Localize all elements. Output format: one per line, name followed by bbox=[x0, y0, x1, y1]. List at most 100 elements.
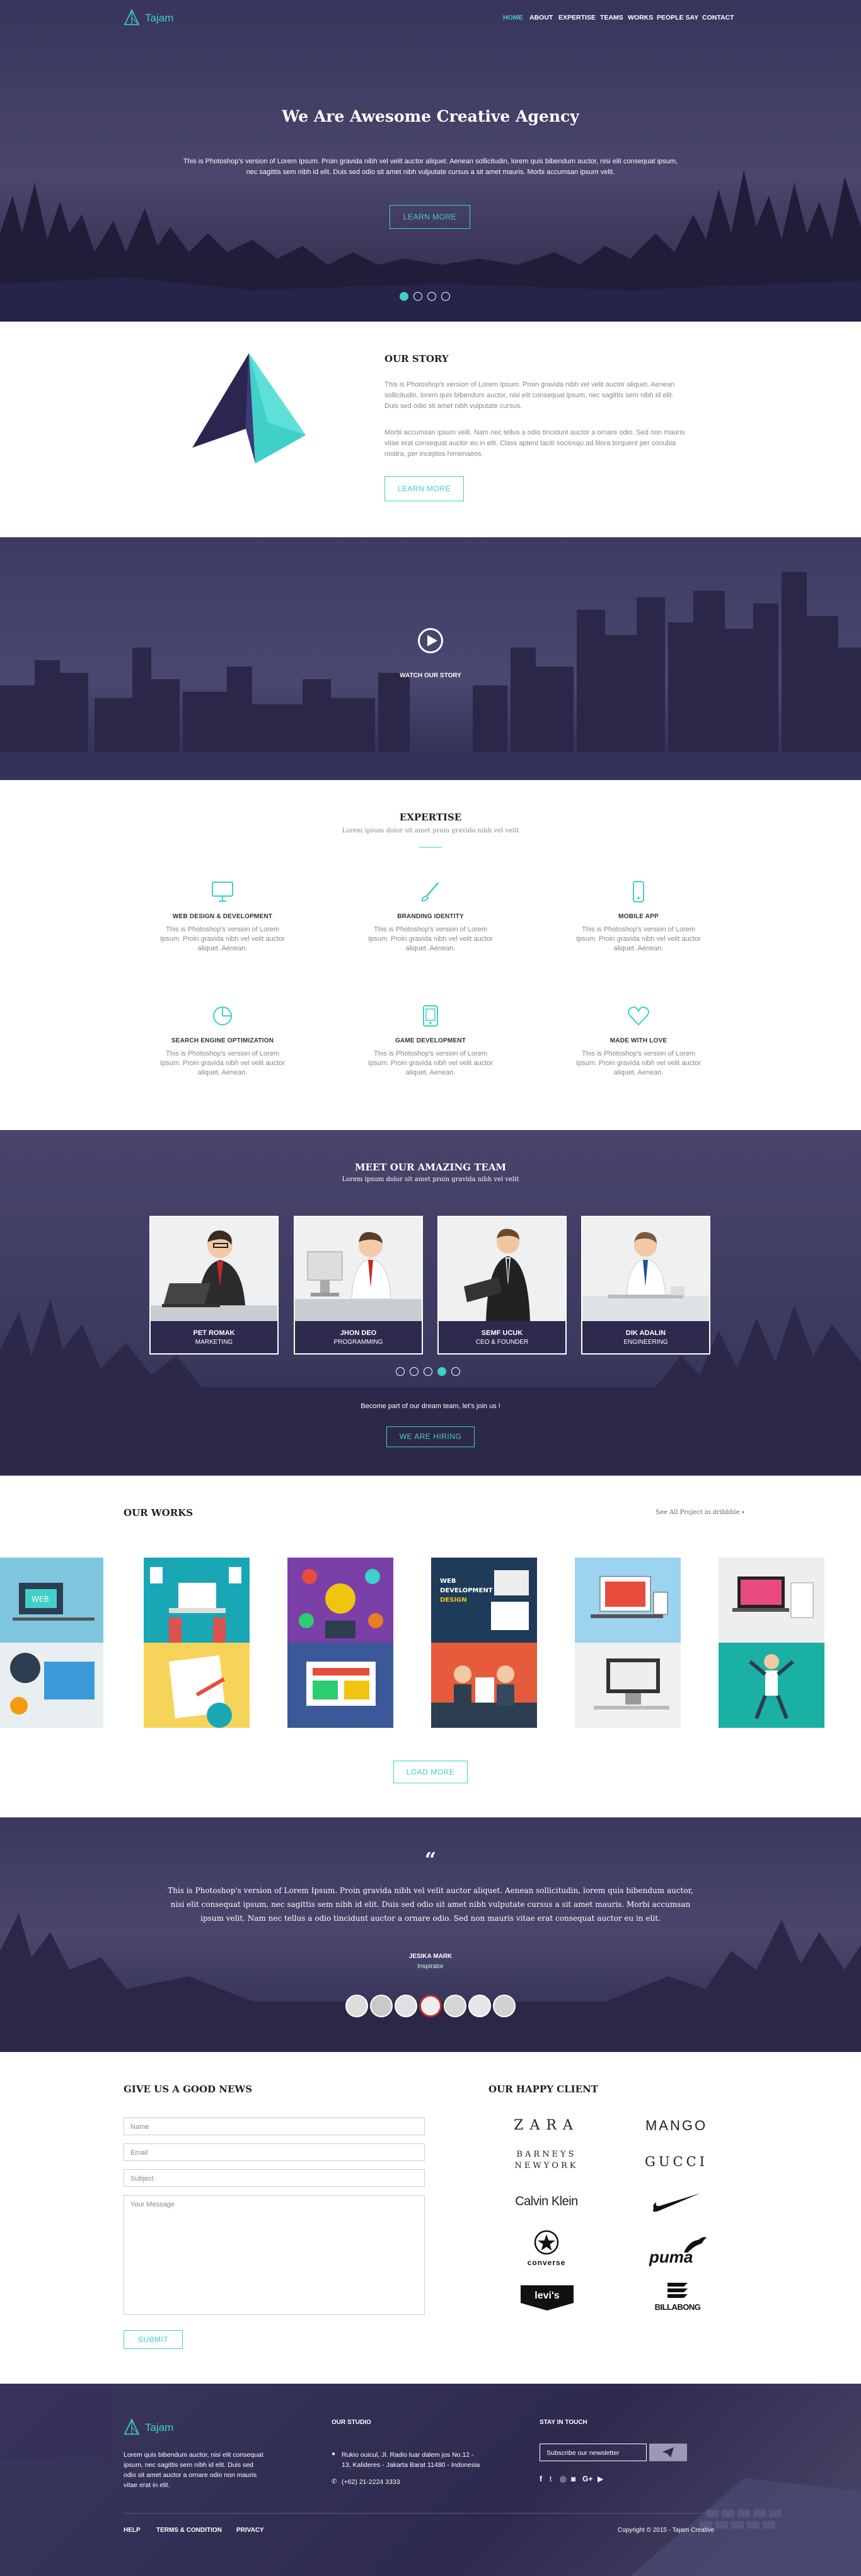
monitor-icon bbox=[212, 882, 233, 902]
team-cta-text: Become part of our dream team, let's joi… bbox=[361, 1402, 500, 1410]
avatar-5[interactable] bbox=[444, 1995, 466, 2017]
team-card-1[interactable]: PET ROMAK MARKETING bbox=[149, 1216, 279, 1355]
footer-copyright: Copyright © 2015 - Tajam Creative bbox=[618, 2527, 715, 2534]
phone-icon: ✆ bbox=[332, 2478, 337, 2485]
load-more-button[interactable]: LOAD MORE bbox=[393, 1761, 468, 1783]
pinterest-icon[interactable]: ◎ bbox=[560, 2474, 566, 2483]
footer-link-privacy[interactable]: PRIVACY bbox=[236, 2527, 264, 2534]
avatar-2[interactable] bbox=[370, 1995, 393, 2017]
slider-dot-4[interactable] bbox=[441, 292, 450, 301]
footer-link-terms[interactable]: TERMS & CONDITION bbox=[156, 2527, 222, 2534]
story-learn-more-button[interactable]: LEARN MORE bbox=[384, 476, 464, 501]
converse-label: converse bbox=[527, 2258, 566, 2267]
see-all-link[interactable]: See All Project in dribbble › bbox=[656, 1509, 744, 1516]
work-tile-4[interactable]: WEB DEVELOPMENT DESIGN bbox=[431, 1558, 537, 1728]
work-tile-3[interactable] bbox=[287, 1558, 393, 1728]
billabong-label: BILLABONG bbox=[654, 2302, 701, 2312]
story-paragraph-2: Morbi accumsan ipsum velit. Nam nec tell… bbox=[384, 429, 685, 458]
work-image-bottom bbox=[719, 1643, 824, 1728]
team-card-2[interactable]: JHON DEO PROGRAMMING bbox=[294, 1216, 423, 1355]
nike-logo-icon bbox=[653, 2193, 700, 2212]
member-role: CEO & FOUNDER bbox=[475, 1339, 529, 1346]
devices-illustration bbox=[591, 1576, 668, 1618]
nav-works[interactable]: WORKS bbox=[628, 14, 653, 21]
slider-dot-2[interactable] bbox=[413, 292, 422, 301]
hero-learn-more-button[interactable]: LEARN MORE bbox=[390, 205, 470, 229]
slider-dot-1[interactable] bbox=[400, 292, 408, 301]
footer-link-help[interactable]: HELP bbox=[124, 2527, 141, 2534]
newsletter-input[interactable]: Subscribe our newsletter bbox=[540, 2444, 647, 2461]
expertise-item-love: MADE WITH LOVE This is Photoshop's versi… bbox=[563, 1005, 714, 1078]
nav-people-say[interactable]: PEOPLE SAY bbox=[657, 14, 698, 21]
facebook-icon[interactable]: f bbox=[540, 2474, 542, 2483]
instagram-icon[interactable]: ◙ bbox=[571, 2474, 575, 2483]
subject-input[interactable]: Subject bbox=[124, 2169, 425, 2187]
hero-slider-dots bbox=[400, 292, 463, 301]
team-dot-4[interactable] bbox=[437, 1367, 446, 1376]
team-dot-5[interactable] bbox=[451, 1367, 460, 1376]
work-image-top bbox=[719, 1558, 824, 1643]
hiring-button[interactable]: WE ARE HIRING bbox=[386, 1426, 475, 1447]
hero-section: Tajam HOME ABOUT EXPERTISE TEAMS WORKS P… bbox=[0, 0, 861, 322]
work-tile-2[interactable] bbox=[144, 1558, 250, 1728]
avatar-3[interactable] bbox=[395, 1995, 417, 2017]
nav-about[interactable]: ABOUT bbox=[529, 14, 553, 21]
nav-teams[interactable]: TEAMS bbox=[600, 14, 623, 21]
dev-design-illustration: WEB DEVELOPMENT DESIGN bbox=[440, 1570, 529, 1630]
testimonial-name: JESIKA MARK bbox=[408, 1953, 453, 1960]
newsletter-send-button[interactable] bbox=[649, 2444, 687, 2461]
message-textarea[interactable]: Your Message bbox=[124, 2195, 425, 2315]
play-button[interactable] bbox=[418, 628, 443, 653]
footer-brand-name: Tajam bbox=[145, 2422, 174, 2433]
person-illustration bbox=[151, 1230, 277, 1321]
avatar-1[interactable] bbox=[345, 1995, 368, 2017]
heart-icon bbox=[628, 1006, 649, 1026]
team-dot-2[interactable] bbox=[410, 1367, 419, 1376]
expertise-title: EXPERTISE bbox=[399, 812, 462, 823]
member-name: JHON DEO bbox=[340, 1329, 377, 1337]
paper-illustration bbox=[169, 1655, 232, 1728]
team-card-label: PET ROMAK MARKETING bbox=[151, 1321, 277, 1353]
top-navigation: Tajam HOME ABOUT EXPERTISE TEAMS WORKS P… bbox=[0, 0, 861, 38]
footer-address: Rukio ouicul, Jl. Radio luar dalem jos N… bbox=[342, 2451, 480, 2469]
expertise-item-text: This is Photoshop's version of Lorem Ips… bbox=[159, 926, 286, 952]
story-paragraph-1: This is Photoshop's version of Lorem Ips… bbox=[384, 381, 675, 410]
footer-brand-logo[interactable]: Tajam bbox=[124, 2418, 193, 2436]
testimonial-quote: This is Photoshop's version of Lorem Ips… bbox=[168, 1886, 693, 1923]
nav-home[interactable]: HOME bbox=[503, 14, 523, 21]
work-tile-5[interactable] bbox=[575, 1558, 681, 1728]
levis-logo: levi's bbox=[521, 2285, 574, 2311]
avatar-4-active[interactable] bbox=[419, 1995, 442, 2017]
email-input[interactable]: Email bbox=[124, 2143, 425, 2161]
slider-dot-3[interactable] bbox=[427, 292, 436, 301]
expertise-item-web: WEB DESIGN & DEVELOPMENT This is Photosh… bbox=[147, 881, 298, 953]
forest-silhouette bbox=[0, 1299, 861, 1476]
expertise-section: EXPERTISE Lorem ipsum dolor sit amet pro… bbox=[0, 780, 861, 1130]
team-dot-1[interactable] bbox=[396, 1367, 405, 1376]
expertise-item-title: MOBILE APP bbox=[618, 913, 659, 920]
work-tile-1[interactable]: WEB bbox=[0, 1558, 103, 1728]
team-photo bbox=[582, 1217, 709, 1321]
team-dot-3[interactable] bbox=[424, 1367, 432, 1376]
brand-logo[interactable]: Tajam bbox=[124, 9, 193, 26]
google-plus-icon[interactable]: G+ bbox=[582, 2474, 592, 2483]
team-card-3[interactable]: SEMF UCUK CEO & FOUNDER bbox=[437, 1216, 567, 1355]
works-title: OUR WORKS bbox=[124, 1507, 194, 1518]
submit-button[interactable]: SUBMIT bbox=[124, 2330, 183, 2349]
footer-about-text: Lorem quis bibendum auctor, nisi elit co… bbox=[124, 2451, 263, 2489]
team-card-4[interactable]: DIK ADALIN ENGINEERING bbox=[581, 1216, 710, 1355]
svg-text:WEB: WEB bbox=[440, 1578, 456, 1585]
member-role: ENGINEERING bbox=[623, 1339, 668, 1346]
avatar-6[interactable] bbox=[468, 1995, 491, 2017]
twitter-icon[interactable]: t bbox=[550, 2474, 552, 2483]
work-tile-6[interactable] bbox=[719, 1558, 824, 1728]
youtube-icon[interactable]: ▶ bbox=[598, 2474, 603, 2483]
nav-expertise[interactable]: EXPERTISE bbox=[558, 14, 596, 21]
work-image-bottom bbox=[287, 1643, 393, 1728]
map-marker-icon: ● bbox=[332, 2451, 336, 2457]
nav-contact[interactable]: CONTACT bbox=[702, 14, 734, 21]
work-image-top: WEB DEVELOPMENT DESIGN bbox=[431, 1558, 537, 1643]
avatar-7[interactable] bbox=[493, 1995, 516, 2017]
name-input[interactable]: Name bbox=[124, 2118, 425, 2135]
network-illustration bbox=[299, 1569, 383, 1638]
